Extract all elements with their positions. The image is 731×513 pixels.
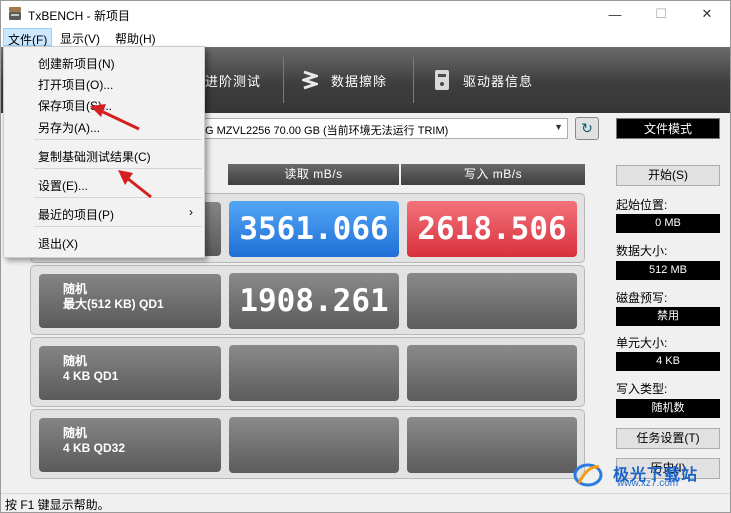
refresh-button[interactable]: ↻ (575, 117, 599, 140)
close-button[interactable]: ✕ (684, 1, 730, 27)
start-position-field[interactable]: 0 MB (616, 214, 720, 233)
drive-icon (433, 69, 451, 91)
write-result: 2618.506 (407, 201, 577, 257)
menu-item-copy-results[interactable]: 复制基础测试结果(C) (5, 144, 203, 164)
test-row-button[interactable]: 随机 最大(512 KB) QD1 (39, 274, 221, 328)
menu-item-exit[interactable]: 退出(X) (5, 231, 203, 251)
file-mode-button[interactable]: 文件模式 (616, 118, 720, 139)
write-type-field[interactable]: 随机数 (616, 399, 720, 418)
refresh-icon: ↻ (581, 120, 593, 136)
unit-size-field[interactable]: 4 KB (616, 352, 720, 371)
test-row-button[interactable]: 随机 4 KB QD32 (39, 418, 221, 472)
advanced-test-label: 进阶测试 (205, 73, 262, 89)
recent-projects-label: 最近的项目(P) (38, 208, 114, 222)
menu-view[interactable]: 显示(V) (56, 28, 104, 46)
minimize-button[interactable]: — (592, 1, 638, 27)
read-result: 1908.261 (229, 273, 399, 329)
menu-help[interactable]: 帮助(H) (111, 28, 160, 46)
menu-item-open-project[interactable]: 打开项目(O)... (5, 72, 203, 92)
start-position-label: 起始位置: (616, 198, 668, 212)
write-result (407, 273, 577, 329)
unit-size-label: 单元大小: (616, 336, 668, 350)
maximize-button[interactable]: ☐ (638, 1, 684, 27)
test-param-label: 4 KB QD1 (63, 369, 119, 383)
test-row-random-4k-qd1: 随机 4 KB QD1 (30, 337, 585, 407)
data-size-label: 数据大小: (616, 244, 668, 258)
test-type-label: 随机 (63, 354, 88, 368)
menu-item-new-project[interactable]: 创建新项目(N) (5, 51, 203, 71)
prewrite-field[interactable]: 禁用 (616, 307, 720, 326)
write-result (407, 345, 577, 401)
watermark-url: www.xz7.com (617, 478, 679, 489)
title-bar: TxBENCH - 新项目 — ☐ ✕ (1, 1, 730, 27)
chevron-down-icon: ▼ (554, 122, 563, 132)
test-type-label: 随机 (63, 426, 88, 440)
watermark: 极光下载站 www.xz7.com (573, 459, 729, 491)
app-icon (9, 7, 21, 20)
task-settings-button[interactable]: 任务设置(T) (616, 428, 720, 449)
window-title: TxBENCH - 新项目 (28, 9, 131, 23)
erase-icon (301, 69, 319, 91)
menu-divider (34, 168, 202, 169)
write-type-label: 写入类型: (616, 382, 668, 396)
status-text: 按 F1 键显示帮助。 (5, 498, 110, 512)
menu-divider (34, 226, 202, 227)
menu-bar: 文件(F) 显示(V) 帮助(H) (1, 27, 730, 47)
test-param-label: 最大(512 KB) QD1 (63, 297, 164, 311)
drive-info-button[interactable]: 驱动器信息 (433, 47, 533, 113)
advanced-test-button[interactable]: 进阶测试 (205, 47, 261, 113)
maximize-icon: ☐ (655, 6, 667, 21)
file-menu-dropdown: 创建新项目(N) 打开项目(O)... 保存项目(S)... 另存为(A)...… (3, 46, 205, 258)
test-type-label: 随机 (63, 282, 88, 296)
toolbar-divider (413, 57, 414, 103)
data-erase-label: 数据擦除 (331, 73, 388, 89)
menu-file[interactable]: 文件(F) (3, 28, 53, 47)
test-row-random-4k-qd32: 随机 4 KB QD32 (30, 409, 585, 479)
test-param-label: 4 KB QD32 (63, 441, 126, 455)
toolbar-divider (283, 57, 284, 103)
menu-item-settings[interactable]: 设置(E)... (5, 173, 203, 193)
menu-item-save-as[interactable]: 另存为(A)... (5, 115, 203, 135)
read-column-header: 读取 mB/s (228, 164, 399, 185)
menu-item-recent-projects[interactable]: 最近的项目(P) › (5, 202, 203, 222)
write-result (407, 417, 577, 473)
app-window: TxBENCH - 新项目 — ☐ ✕ 文件(F) 显示(V) 帮助(H) 进阶… (0, 0, 731, 513)
menu-divider (34, 197, 202, 198)
test-row-button[interactable]: 随机 4 KB QD1 (39, 346, 221, 400)
start-button[interactable]: 开始(S) (616, 165, 720, 186)
read-result: 3561.066 (229, 201, 399, 257)
close-icon: ✕ (701, 6, 713, 21)
data-erase-button[interactable]: 数据擦除 (301, 47, 387, 113)
read-result (229, 345, 399, 401)
test-row-random-512k: 随机 最大(512 KB) QD1 1908.261 (30, 265, 585, 335)
minimize-icon: — (608, 6, 622, 22)
prewrite-label: 磁盘预写: (616, 291, 668, 305)
drive-select-value: G MZVL2256 70.00 GB (当前环境无法运行 TRIM) (205, 125, 449, 137)
read-result (229, 417, 399, 473)
chevron-right-icon: › (189, 205, 193, 219)
drive-info-label: 驱动器信息 (463, 73, 534, 89)
watermark-logo-icon (573, 463, 603, 487)
write-column-header: 写入 mB/s (401, 164, 585, 185)
data-size-field[interactable]: 512 MB (616, 261, 720, 280)
menu-item-save-project[interactable]: 保存项目(S)... (5, 93, 203, 113)
menu-divider (34, 139, 202, 140)
status-bar: 按 F1 键显示帮助。 (1, 493, 730, 512)
